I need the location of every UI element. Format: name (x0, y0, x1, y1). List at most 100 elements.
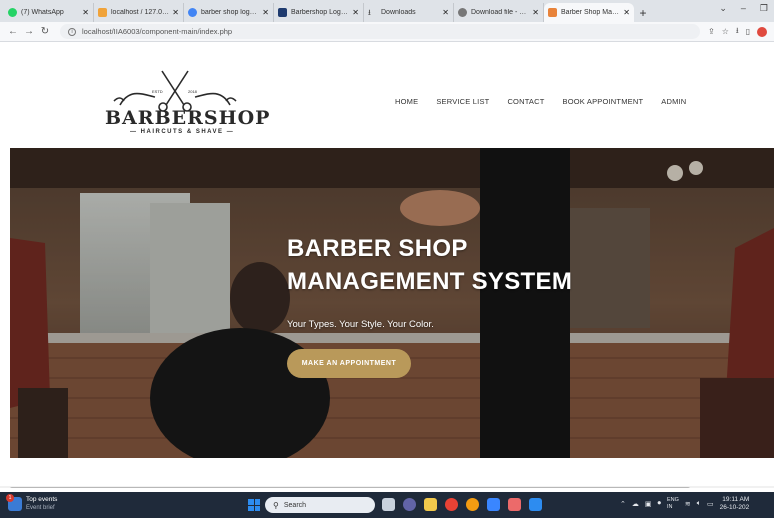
barbershop-photo (10, 148, 774, 458)
tab-title: Downloads (381, 9, 416, 16)
tab-title: barber shop logo im (201, 9, 260, 16)
news-widget-icon: 1 (6, 494, 22, 511)
hero-subtitle: Your Types. Your Style. Your Color. (287, 319, 434, 330)
widgets-button[interactable]: 1 Top events Event brief (6, 494, 58, 512)
download-icon: ⭳ (368, 8, 371, 17)
chat-icon[interactable] (403, 498, 416, 511)
minimize-icon[interactable]: – (741, 3, 746, 14)
forward-icon[interactable]: → (22, 26, 36, 37)
system-tray: ⌃ ☁ ▣ ⏺ ENG IN ≋ 🔈︎ ▭ 19:11 AM 26-10-202 (620, 496, 749, 512)
window-controls: ⌄ – ❐ (719, 3, 768, 14)
app-icon[interactable] (508, 498, 521, 511)
clock[interactable]: 19:11 AM 26-10-202 (720, 496, 750, 512)
close-icon[interactable]: ✕ (442, 8, 449, 17)
tab-barber-shop-manage[interactable]: Barber Shop Manage ✕ (544, 3, 634, 22)
site-logo[interactable]: ESTD 2018 BARBERSHOP — HAIRCUTS & SHAVE … (100, 67, 269, 137)
browser-tab-strip: (7) WhatsApp ✕ localhost / 127.0.0.1 | ✕… (0, 0, 774, 22)
screen: (7) WhatsApp ✕ localhost / 127.0.0.1 | ✕… (0, 0, 774, 518)
search-icon: ⚲ (273, 500, 279, 510)
make-appointment-button[interactable]: MAKE AN APPOINTMENT (287, 349, 411, 378)
tab-title: Barber Shop Manage (561, 9, 620, 16)
tab-barbershop-logo[interactable]: Barbershop Logo In ✕ (274, 3, 364, 22)
clock-date: 26-10-202 (719, 504, 750, 511)
tab-whatsapp[interactable]: (7) WhatsApp ✕ (4, 3, 94, 22)
new-tab-button[interactable]: + (634, 3, 652, 22)
hero-banner: BARBER SHOP MANAGEMENT SYSTEM Your Types… (10, 148, 774, 458)
tab-search-icon[interactable]: ⌄ (719, 3, 727, 14)
tab-title: localhost / 127.0.0.1 | (111, 9, 169, 16)
tab-downloads[interactable]: ⭳ Downloads ✕ (364, 3, 454, 22)
globe-icon (458, 8, 467, 17)
site-icon (548, 8, 557, 17)
tab-title: Barbershop Logo In (291, 9, 350, 16)
nav-contact[interactable]: CONTACT (507, 97, 544, 106)
tab-download-file[interactable]: Download file - your ✕ (454, 3, 544, 22)
browser-toolbar: ← → ↻ i localhost/IIA6003/component-main… (0, 22, 774, 42)
google-icon (188, 8, 197, 17)
profile-avatar[interactable] (757, 26, 768, 37)
nav-home[interactable]: HOME (395, 97, 418, 106)
file-explorer-icon[interactable] (424, 498, 437, 511)
tab-title: Download file - your (471, 9, 530, 16)
nav-service-list[interactable]: SERVICE LIST (436, 97, 489, 106)
close-icon[interactable]: ✕ (82, 8, 89, 17)
cloud-icon[interactable]: ☁ (632, 500, 639, 508)
svg-text:ESTD: ESTD (152, 89, 163, 94)
nav-book-appointment[interactable]: BOOK APPOINTMENT (563, 97, 644, 106)
windows-start-icon[interactable] (248, 499, 260, 511)
share-icon[interactable]: ⇪ (708, 27, 715, 36)
hero-title-line-2: MANAGEMENT SYSTEM (287, 268, 573, 295)
store-icon[interactable] (487, 498, 500, 511)
site-info-icon[interactable]: i (68, 27, 76, 36)
volume-icon[interactable]: 🔈︎ (697, 500, 701, 508)
clock-time: 19:11 AM (722, 496, 750, 503)
pinned-apps (382, 498, 542, 511)
hero-title-line-1: BARBER SHOP (287, 235, 468, 262)
site-header: ESTD 2018 BARBERSHOP — HAIRCUTS & SHAVE … (0, 42, 774, 148)
battery-icon[interactable]: ▭ (707, 500, 714, 508)
back-icon[interactable]: ← (6, 26, 20, 37)
bookmark-star-icon[interactable]: ☆ (722, 27, 729, 36)
horizontal-scrollbar[interactable] (0, 486, 774, 488)
tab-title: (7) WhatsApp (21, 9, 64, 16)
phpmyadmin-icon (98, 8, 107, 17)
close-icon[interactable]: ✕ (172, 8, 179, 17)
close-icon[interactable]: ✕ (352, 8, 359, 17)
tab-google-search[interactable]: barber shop logo im ✕ (184, 3, 274, 22)
widget-title: Top events (26, 496, 58, 503)
reload-icon[interactable]: ↻ (38, 26, 52, 37)
search-placeholder: Search (283, 501, 307, 509)
close-icon[interactable]: ✕ (262, 8, 269, 17)
close-icon[interactable]: ✕ (532, 8, 539, 17)
mic-icon[interactable]: ⏺ (658, 500, 662, 508)
download-icon[interactable]: ⭳ (736, 25, 739, 39)
taskbar: 1 Top events Event brief ⚲ Search ⌃ ☁ ▣ (0, 492, 774, 518)
widget-subtitle: Event brief (26, 505, 55, 511)
wifi-icon[interactable]: ≋ (685, 500, 691, 508)
address-bar[interactable]: i localhost/IIA6003/component-main/index… (60, 24, 700, 39)
scrollbar-thumb[interactable] (10, 487, 690, 488)
app-tray-icon[interactable]: ▣ (645, 500, 652, 508)
nav-admin[interactable]: ADMIN (661, 97, 686, 106)
whatsapp-icon (8, 8, 17, 17)
language-indicator[interactable]: ENG IN (667, 497, 679, 511)
close-icon[interactable]: ✕ (623, 8, 630, 17)
chevron-up-icon[interactable]: ⌃ (620, 500, 626, 508)
chrome-dev-icon[interactable] (466, 498, 479, 511)
notification-badge: 1 (6, 494, 14, 502)
web-page: ESTD 2018 BARBERSHOP — HAIRCUTS & SHAVE … (0, 42, 774, 488)
sidebar-icon[interactable]: ▯ (746, 27, 750, 36)
site-icon (278, 8, 287, 17)
brand-tagline: — HAIRCUTS & SHAVE — (130, 129, 235, 135)
region-code: IN (667, 504, 673, 510)
tab-phpmyadmin[interactable]: localhost / 127.0.0.1 | ✕ (94, 3, 184, 22)
main-nav: HOME SERVICE LIST CONTACT BOOK APPOINTME… (395, 97, 704, 106)
restore-icon[interactable]: ❐ (760, 3, 768, 14)
chrome-icon[interactable] (445, 498, 458, 511)
taskbar-search[interactable]: ⚲ Search (265, 497, 375, 513)
svg-text:2018: 2018 (188, 89, 198, 94)
language-code: ENG (667, 497, 679, 503)
hero-title: BARBER SHOP MANAGEMENT SYSTEM (287, 232, 572, 298)
task-view-icon[interactable] (382, 498, 395, 511)
vscode-icon[interactable] (529, 498, 542, 511)
